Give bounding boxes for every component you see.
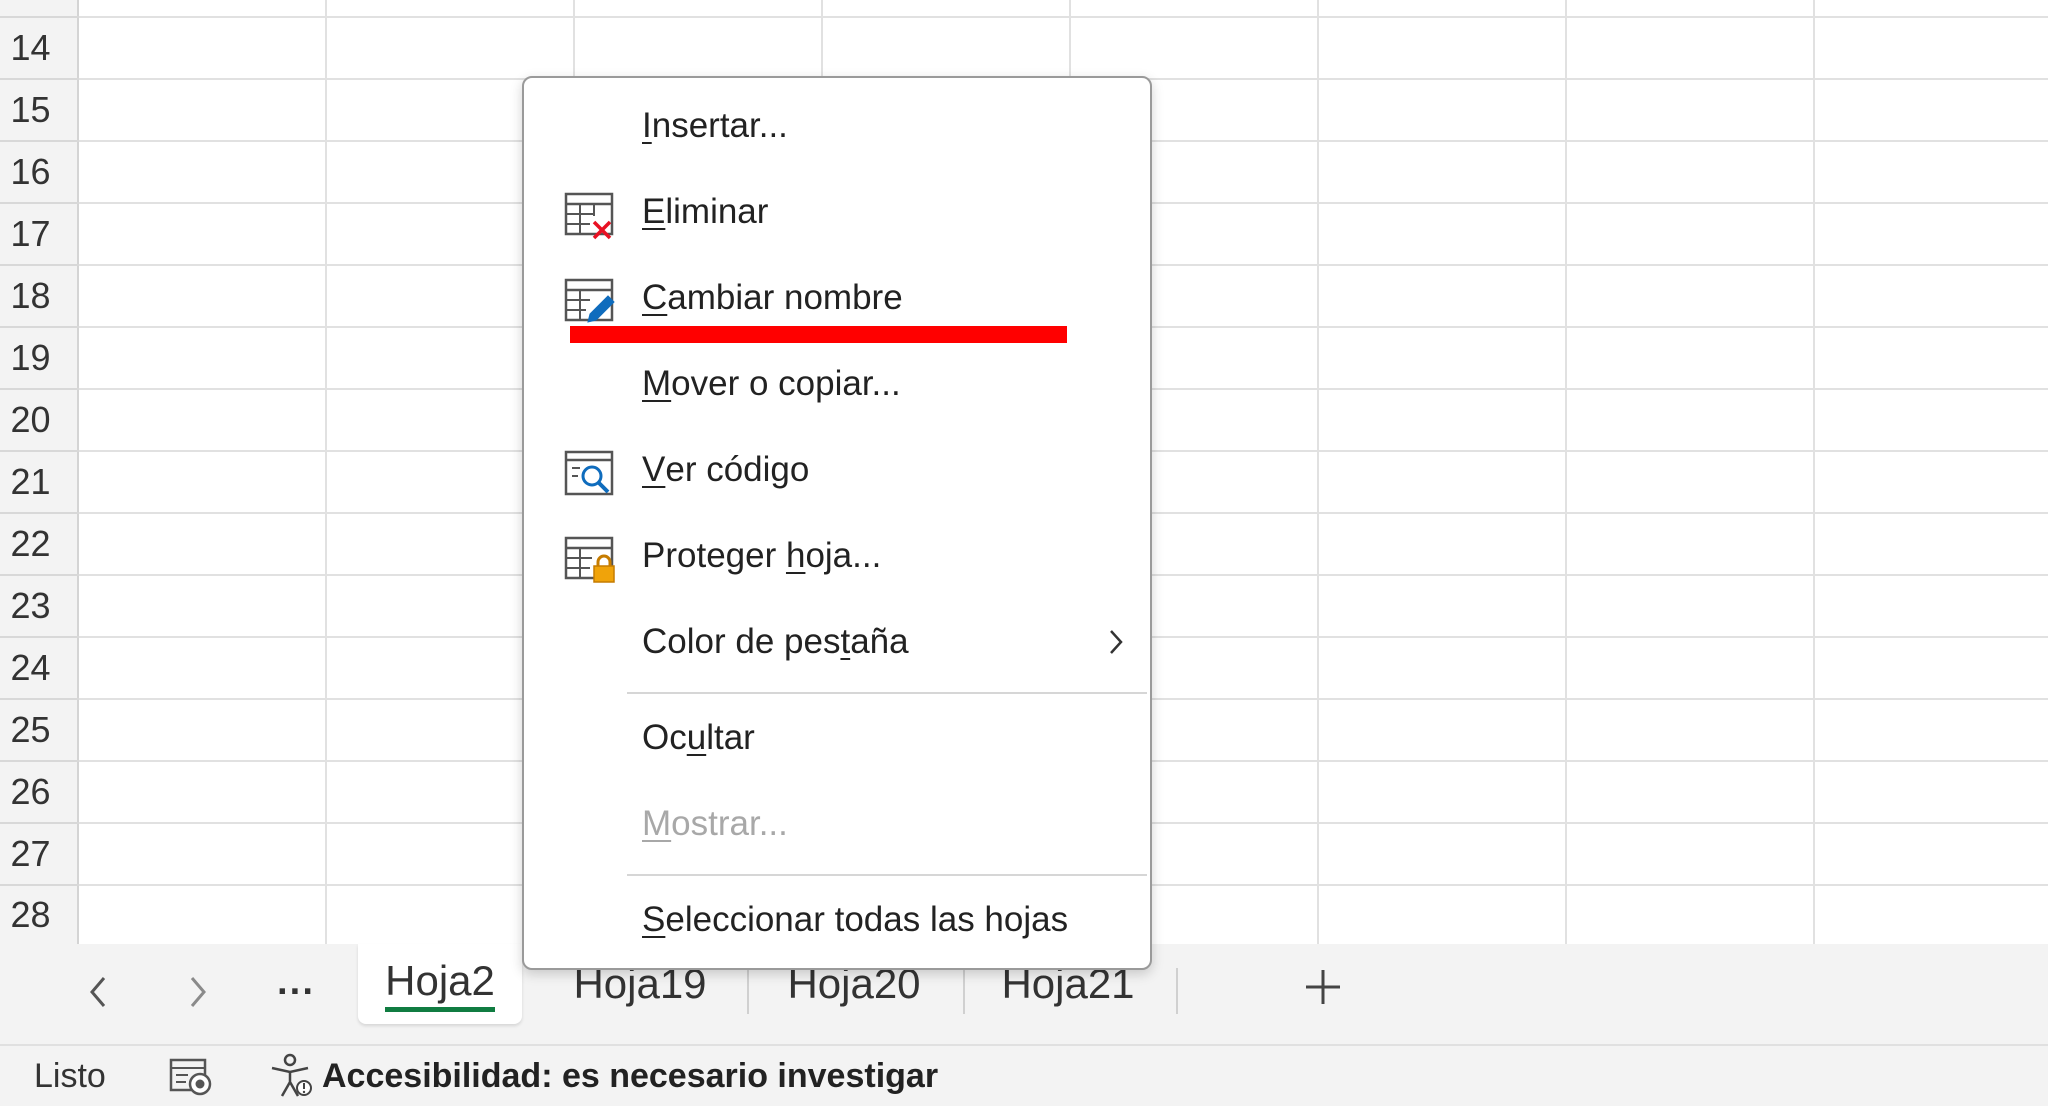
menu-item-protect-sheet[interactable]: Proteger h oja... <box>524 516 1150 596</box>
row-header[interactable]: 19 <box>0 328 79 390</box>
row-header[interactable]: 22 <box>0 514 79 576</box>
macro-record-icon <box>169 1058 212 1096</box>
menu-item-label: Insertar... <box>642 106 788 145</box>
protect-sheet-icon <box>564 536 615 583</box>
gridline <box>1317 0 1319 944</box>
row-header[interactable]: 16 <box>0 142 79 204</box>
mnemonic: E <box>642 192 666 231</box>
mnemonic: M <box>642 804 672 843</box>
row-header[interactable]: 27 <box>0 824 79 886</box>
menu-item-label: Ver código <box>642 450 810 489</box>
accessibility-icon <box>271 1053 312 1097</box>
menu-item-label: Seleccionar todas las hojas <box>642 900 1069 939</box>
menu-item-label: Proteger h oja... <box>642 536 882 575</box>
row-header[interactable]: 18 <box>0 266 79 328</box>
delete-sheet-icon <box>564 192 614 240</box>
menu-item-select-all-sheets[interactable]: Seleccionar todas las hojas <box>524 880 1150 960</box>
more-sheets-button[interactable]: ··· <box>266 962 326 1022</box>
menu-item-label: Eliminar <box>642 192 769 231</box>
new-sheet-button[interactable] <box>1298 962 1348 1012</box>
accessibility-checker-button[interactable]: Accesibilidad: es necesario investigar <box>266 1046 938 1106</box>
mnemonic: t <box>840 622 851 661</box>
menu-item-label: Mostrar... <box>642 804 788 843</box>
tab-separator <box>1176 968 1178 1014</box>
row-header[interactable]: 24 <box>0 638 79 700</box>
gridline <box>1813 0 1815 944</box>
view-code-icon <box>564 450 614 496</box>
annotation-highlight-line <box>570 326 1067 343</box>
status-ready: Listo <box>34 1056 106 1095</box>
menu-item-insert[interactable]: Insertar... <box>524 86 1150 166</box>
accessibility-status-label: Accesibilidad: es necesario investigar <box>322 1056 939 1095</box>
menu-item-hide[interactable]: Oc u ltar <box>524 698 1150 778</box>
mnemonic: S <box>642 900 666 939</box>
tab-separator <box>963 968 965 1014</box>
menu-item-label: Oc u ltar <box>642 718 755 757</box>
row-headers: 14 15 16 17 18 19 20 21 22 23 24 25 26 2… <box>0 0 79 944</box>
sheet-tab-label: Hoja2 <box>385 957 495 1012</box>
menu-item-unhide: Mostrar... <box>524 784 1150 864</box>
menu-item-view-code[interactable]: Ver código <box>524 430 1150 510</box>
gridline <box>79 16 2048 18</box>
sheet-tab-context-menu: Insertar... Eliminar Cambiar nombre Move… <box>522 76 1152 970</box>
row-header[interactable]: 25 <box>0 700 79 762</box>
menu-item-tab-color[interactable]: Color de pes t aña <box>524 602 1150 682</box>
rename-sheet-icon <box>564 278 615 323</box>
tab-separator <box>747 968 749 1014</box>
row-header[interactable]: 15 <box>0 80 79 142</box>
row-header[interactable]: 17 <box>0 204 79 266</box>
menu-item-label: Color de pes t aña <box>642 622 909 661</box>
plus-icon <box>1306 970 1340 1004</box>
mnemonic: u <box>686 718 707 757</box>
row-header[interactable]: 20 <box>0 390 79 452</box>
mnemonic: C <box>642 278 668 317</box>
menu-separator <box>627 874 1147 876</box>
mnemonic: h <box>785 536 806 575</box>
menu-item-move-copy[interactable]: Mover o copiar... <box>524 344 1150 424</box>
mnemonic: M <box>642 364 672 403</box>
row-header[interactable]: 23 <box>0 576 79 638</box>
mnemonic: I <box>642 106 652 145</box>
gridline <box>1565 0 1567 944</box>
chevron-left-icon <box>90 977 106 1007</box>
menu-item-delete[interactable]: Eliminar <box>524 172 1150 252</box>
menu-item-label: Mover o copiar... <box>642 364 901 403</box>
chevron-right-icon <box>190 977 206 1007</box>
chevron-right-icon <box>1110 630 1123 654</box>
next-sheet-button[interactable] <box>168 962 228 1022</box>
status-bar: Listo Accesibilidad: es necesario invest… <box>0 1044 2048 1106</box>
row-header[interactable]: 14 <box>0 18 79 80</box>
sheet-tab-hoja2[interactable]: Hoja2 <box>358 944 522 1024</box>
menu-separator <box>627 692 1147 694</box>
row-header[interactable]: 28 <box>0 886 79 944</box>
row-header-partial[interactable] <box>0 0 79 18</box>
row-header[interactable]: 26 <box>0 762 79 824</box>
previous-sheet-button[interactable] <box>68 962 128 1022</box>
gridline <box>325 0 327 944</box>
macro-recorder-button[interactable] <box>168 1046 214 1106</box>
mnemonic: V <box>642 450 666 489</box>
row-header[interactable]: 21 <box>0 452 79 514</box>
